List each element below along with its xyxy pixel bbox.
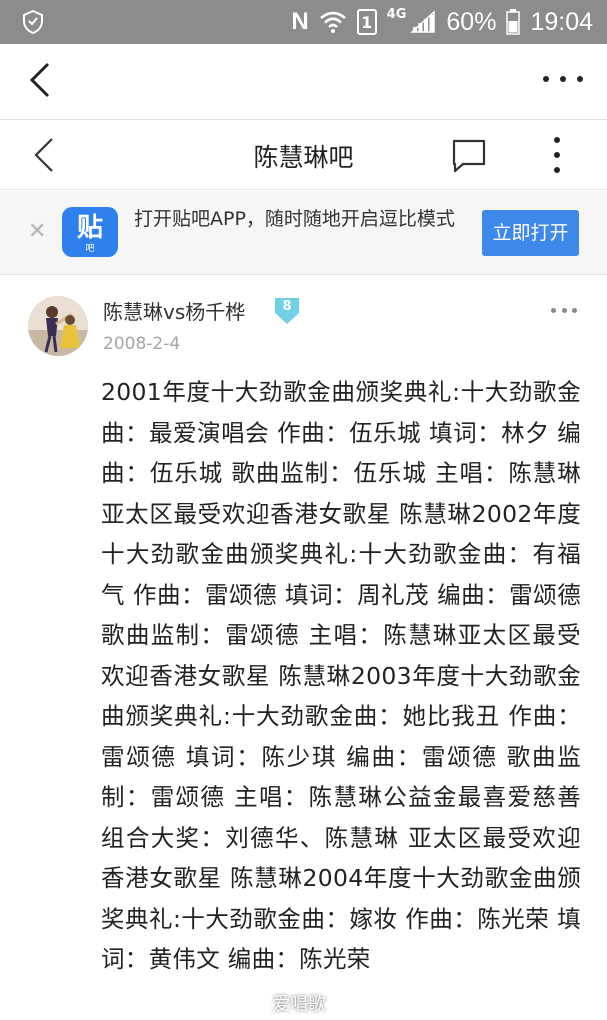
dot [554, 152, 560, 158]
logo-char: 贴 [76, 213, 103, 243]
level-badge: 8 [272, 296, 302, 326]
watermark: 爱唱歌 [272, 994, 326, 1015]
battery-percent: 60% [446, 7, 497, 36]
dot [543, 76, 549, 82]
status-indicators: N 1 4G 60% 19:04 [291, 0, 593, 44]
browser-toolbar [0, 44, 607, 120]
nfc-indicator: N [291, 8, 309, 35]
open-app-button[interactable]: 立即打开 [482, 210, 579, 256]
wifi-icon [319, 11, 346, 33]
dot [554, 167, 560, 173]
level-number: 8 [282, 299, 292, 314]
avatar-image [28, 296, 88, 356]
logo-mini: 吧 [85, 244, 95, 254]
dot [560, 76, 566, 82]
signal-icon [410, 10, 436, 33]
post-more-icon[interactable] [551, 308, 577, 314]
chevron-left-icon[interactable] [24, 60, 60, 100]
post: 陈慧琳vs杨千桦 8 2008-2-4 2001年度十大劲歌金曲颁奖典礼:十大劲… [0, 276, 607, 1020]
dot [561, 308, 567, 313]
vertical-more-icon[interactable] [552, 137, 562, 173]
shield-check-icon [23, 10, 43, 34]
chat-bubble-icon[interactable] [450, 136, 488, 174]
dot [554, 137, 560, 143]
dot [572, 308, 577, 313]
avatar[interactable] [28, 296, 88, 356]
banner-message: 打开贴吧APP，随时随地开启逗比模式 [134, 208, 455, 230]
dot [577, 76, 583, 82]
status-bar: N 1 4G 60% 19:04 [0, 0, 607, 44]
network-type: 4G [386, 6, 407, 22]
tieba-logo: 贴 吧 [62, 207, 118, 257]
sim-card-icon: 1 [356, 9, 377, 35]
open-app-banner: ✕ 贴 吧 打开贴吧APP，随时随地开启逗比模式 立即打开 [0, 191, 607, 275]
battery-icon [506, 9, 521, 35]
dot [551, 308, 556, 313]
username[interactable]: 陈慧琳vs杨千桦 [103, 296, 245, 325]
page-title: 陈慧琳吧 [253, 143, 354, 172]
close-icon[interactable]: ✕ [28, 221, 46, 243]
post-content: 2001年度十大劲歌金曲颁奖典礼:十大劲歌金曲：最爱演唱会 作曲：伍乐城 填词：… [101, 378, 581, 973]
post-date: 2008-2-4 [103, 334, 181, 354]
page-header: 陈慧琳吧 [0, 120, 607, 190]
horizontal-more-icon[interactable] [543, 72, 583, 86]
clock: 19:04 [530, 7, 593, 36]
